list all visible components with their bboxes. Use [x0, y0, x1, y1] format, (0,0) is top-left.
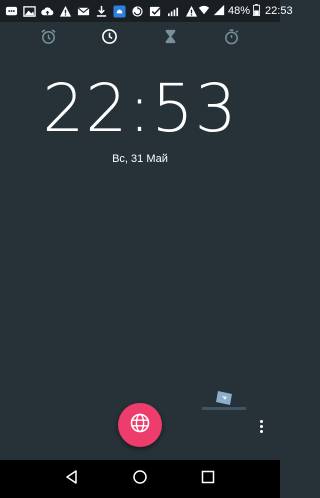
download-icon: [94, 4, 108, 18]
checkbox-icon: [148, 4, 162, 18]
back-icon: [64, 469, 80, 490]
status-bar: 48% 22:53: [0, 0, 293, 22]
clock-time: 22:53: [42, 70, 238, 147]
tab-clock[interactable]: [99, 28, 121, 50]
sync-icon: [130, 4, 144, 18]
app-icon: [112, 4, 126, 18]
stopwatch-icon: [223, 28, 240, 50]
timer-icon: [162, 28, 179, 50]
signal-icon: [166, 4, 180, 18]
world-clock-button[interactable]: [118, 403, 162, 447]
status-right: 48% 22:53: [198, 3, 293, 19]
mail-icon: [76, 4, 90, 18]
cloud-upload-icon: [40, 4, 54, 18]
overflow-dot: [259, 429, 263, 433]
battery-percent: 48%: [228, 5, 251, 17]
recents-button[interactable]: [197, 468, 219, 490]
clock-icon: [101, 28, 118, 50]
watermark-logo: [202, 388, 246, 414]
warning-icon: [58, 4, 72, 18]
globe-icon: [129, 412, 151, 439]
navigation-bar: [0, 460, 280, 498]
back-button[interactable]: [61, 468, 83, 490]
tab-stopwatch[interactable]: [221, 28, 243, 50]
overflow-menu-button[interactable]: [254, 414, 268, 438]
status-time: 22:53: [265, 5, 293, 17]
clock-date: Вс, 31 Май: [112, 153, 168, 165]
notification-icons: [4, 4, 198, 18]
image-icon: [22, 4, 36, 18]
home-icon: [132, 469, 148, 490]
cell-signal-icon: [213, 4, 225, 19]
chat-icon: [4, 4, 18, 18]
recents-icon: [200, 469, 216, 490]
tab-timer[interactable]: [160, 28, 182, 50]
battery-icon: [253, 3, 260, 19]
home-button[interactable]: [129, 468, 151, 490]
overflow-dot: [259, 424, 263, 428]
overflow-dot: [259, 419, 263, 423]
warning-icon: [184, 4, 198, 18]
tab-alarm[interactable]: [38, 28, 60, 50]
alarm-icon: [40, 28, 57, 50]
wifi-icon: [198, 4, 210, 19]
tab-bar: [0, 22, 280, 56]
